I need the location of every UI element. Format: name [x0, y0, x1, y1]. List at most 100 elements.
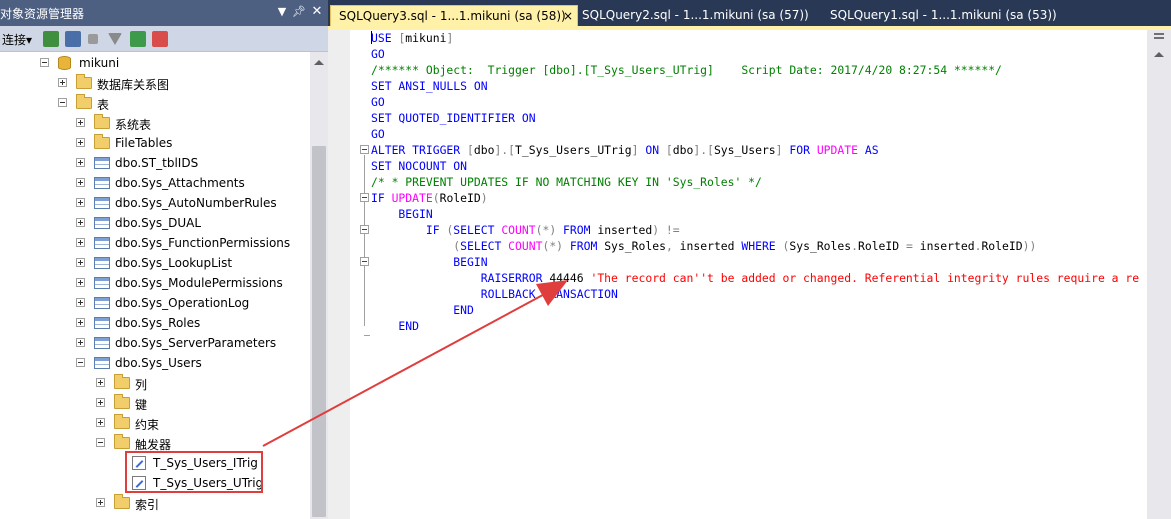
folder-icon: [76, 74, 92, 89]
collapse-icon[interactable]: [96, 438, 105, 447]
expand-icon[interactable]: [96, 418, 105, 427]
panel-title: 对象资源管理器: [0, 7, 85, 21]
collapse-icon[interactable]: [360, 145, 369, 154]
tree-node-label: dbo.Sys_AutoNumberRules: [115, 196, 277, 210]
code-line: /****** Object: Trigger [dbo].[T_Sys_Use…: [371, 62, 1002, 78]
table-icon: [94, 257, 110, 269]
tree-node[interactable]: dbo.Sys_ModulePermissions: [0, 273, 310, 293]
scroll-up-icon[interactable]: [314, 60, 324, 65]
tree-node[interactable]: dbo.Sys_OperationLog: [0, 293, 310, 313]
tree-node[interactable]: dbo.Sys_AutoNumberRules: [0, 193, 310, 213]
tree-node-label: dbo.Sys_LookupList: [115, 256, 233, 270]
tree-node[interactable]: 表: [0, 93, 310, 113]
code-token: [: [467, 143, 474, 157]
tree-vertical-scrollbar[interactable]: [310, 52, 328, 519]
expand-icon[interactable]: [76, 218, 85, 227]
disconnect-icon[interactable]: [65, 31, 81, 47]
tree-node[interactable]: 索引: [0, 493, 310, 513]
tree-node[interactable]: dbo.Sys_Roles: [0, 313, 310, 333]
folder-icon: [114, 434, 130, 449]
expand-icon[interactable]: [58, 78, 67, 87]
expand-icon[interactable]: [76, 318, 85, 327]
expand-icon[interactable]: [76, 338, 85, 347]
scroll-up-icon[interactable]: [1154, 52, 1164, 57]
table-icon: [94, 277, 110, 289]
filter-icon[interactable]: [108, 33, 122, 45]
expand-icon[interactable]: [76, 178, 85, 187]
tab-sqlquery3[interactable]: SQLQuery3.sql - 1...1.mikuni (sa (58)) ×: [330, 5, 578, 27]
tree-node-label: 列: [135, 378, 148, 392]
tree-node[interactable]: mikuni: [0, 53, 310, 73]
refresh-icon[interactable]: [130, 31, 146, 47]
table-icon: [94, 157, 110, 169]
code-token: RAISERROR: [371, 271, 550, 285]
tab-close-icon[interactable]: ×: [563, 9, 573, 23]
tree-node[interactable]: dbo.Sys_Attachments: [0, 173, 310, 193]
collapse-icon[interactable]: [360, 193, 369, 202]
code-token: UPDATE: [816, 143, 858, 157]
scrollbar-thumb[interactable]: [312, 146, 326, 517]
activity-monitor-icon[interactable]: [152, 31, 168, 47]
dropdown-icon[interactable]: ▼: [274, 4, 290, 20]
tree-node[interactable]: 约束: [0, 413, 310, 433]
table-icon: [94, 337, 110, 349]
sql-editor[interactable]: USE [mikuni] GO/****** Object: Trigger [d…: [350, 30, 1147, 519]
stop-icon[interactable]: [88, 34, 98, 44]
table-icon: [94, 177, 110, 189]
code-token: [: [665, 143, 673, 157]
tree-node[interactable]: dbo.Sys_Users: [0, 353, 310, 373]
tree-node[interactable]: 系统表: [0, 113, 310, 133]
tree-node[interactable]: dbo.Sys_LookupList: [0, 253, 310, 273]
expand-icon[interactable]: [76, 258, 85, 267]
close-icon[interactable]: ✕: [309, 4, 325, 20]
tree-node[interactable]: dbo.Sys_FunctionPermissions: [0, 233, 310, 253]
tree-node[interactable]: 键: [0, 393, 310, 413]
code-token: T_Sys_Users_UTrig: [515, 143, 632, 157]
collapse-icon[interactable]: [76, 358, 85, 367]
tree-node[interactable]: 触发器: [0, 433, 310, 453]
collapse-icon[interactable]: [360, 225, 369, 234]
tree-node[interactable]: 数据库关系图: [0, 73, 310, 93]
collapse-icon[interactable]: [40, 58, 49, 67]
expand-icon[interactable]: [76, 238, 85, 247]
expand-icon[interactable]: [96, 398, 105, 407]
object-tree: mikuni 数据库关系图表系统表 FileTables dbo.ST_tblIDS d…: [0, 52, 310, 519]
folder-icon: [114, 494, 130, 509]
tree-node[interactable]: FileTables: [0, 133, 310, 153]
expand-icon[interactable]: [76, 158, 85, 167]
split-editor-icon[interactable]: [1151, 30, 1167, 43]
expand-icon[interactable]: [76, 198, 85, 207]
code-line: GO: [371, 46, 385, 62]
expand-icon[interactable]: [76, 298, 85, 307]
code-line: SET NOCOUNT ON: [371, 158, 467, 174]
pin-icon[interactable]: 📌︎: [291, 4, 307, 20]
expand-icon[interactable]: [76, 118, 85, 127]
expand-icon[interactable]: [96, 378, 105, 387]
expand-icon[interactable]: [76, 278, 85, 287]
table-icon: [94, 357, 110, 369]
code-token: /* * PREVENT UPDATES IF NO MATCHING KEY …: [371, 175, 762, 189]
tree-node-label: dbo.Sys_Users: [115, 356, 202, 370]
code-token: 44446: [549, 271, 591, 285]
tree-node[interactable]: dbo.ST_tblIDS: [0, 153, 310, 173]
code-line: GO: [371, 126, 385, 142]
tree-node[interactable]: 列: [0, 373, 310, 393]
tab-sqlquery1[interactable]: SQLQuery1.sql - 1...1.mikuni (sa (53)): [822, 5, 1062, 27]
code-token: END: [371, 319, 420, 333]
table-icon: [94, 197, 110, 209]
connect-button[interactable]: 连接▾: [2, 31, 32, 48]
tree-node[interactable]: dbo.Sys_ServerParameters: [0, 333, 310, 353]
collapse-icon[interactable]: [58, 98, 67, 107]
code-token: AS: [857, 143, 879, 157]
tree-node-label: dbo.Sys_FunctionPermissions: [115, 236, 291, 250]
expand-icon[interactable]: [76, 138, 85, 147]
code-line: END: [371, 302, 474, 318]
code-token: ].[: [693, 143, 714, 157]
tab-sqlquery2[interactable]: SQLQuery2.sql - 1...1.mikuni (sa (57)): [574, 5, 814, 27]
editor-vertical-scrollbar[interactable]: [1147, 30, 1171, 519]
expand-icon[interactable]: [96, 498, 105, 507]
tree-node[interactable]: dbo.Sys_DUAL: [0, 213, 310, 233]
collapse-icon[interactable]: [360, 257, 369, 266]
table-icon: [94, 297, 110, 309]
connect-icon[interactable]: [43, 31, 59, 47]
